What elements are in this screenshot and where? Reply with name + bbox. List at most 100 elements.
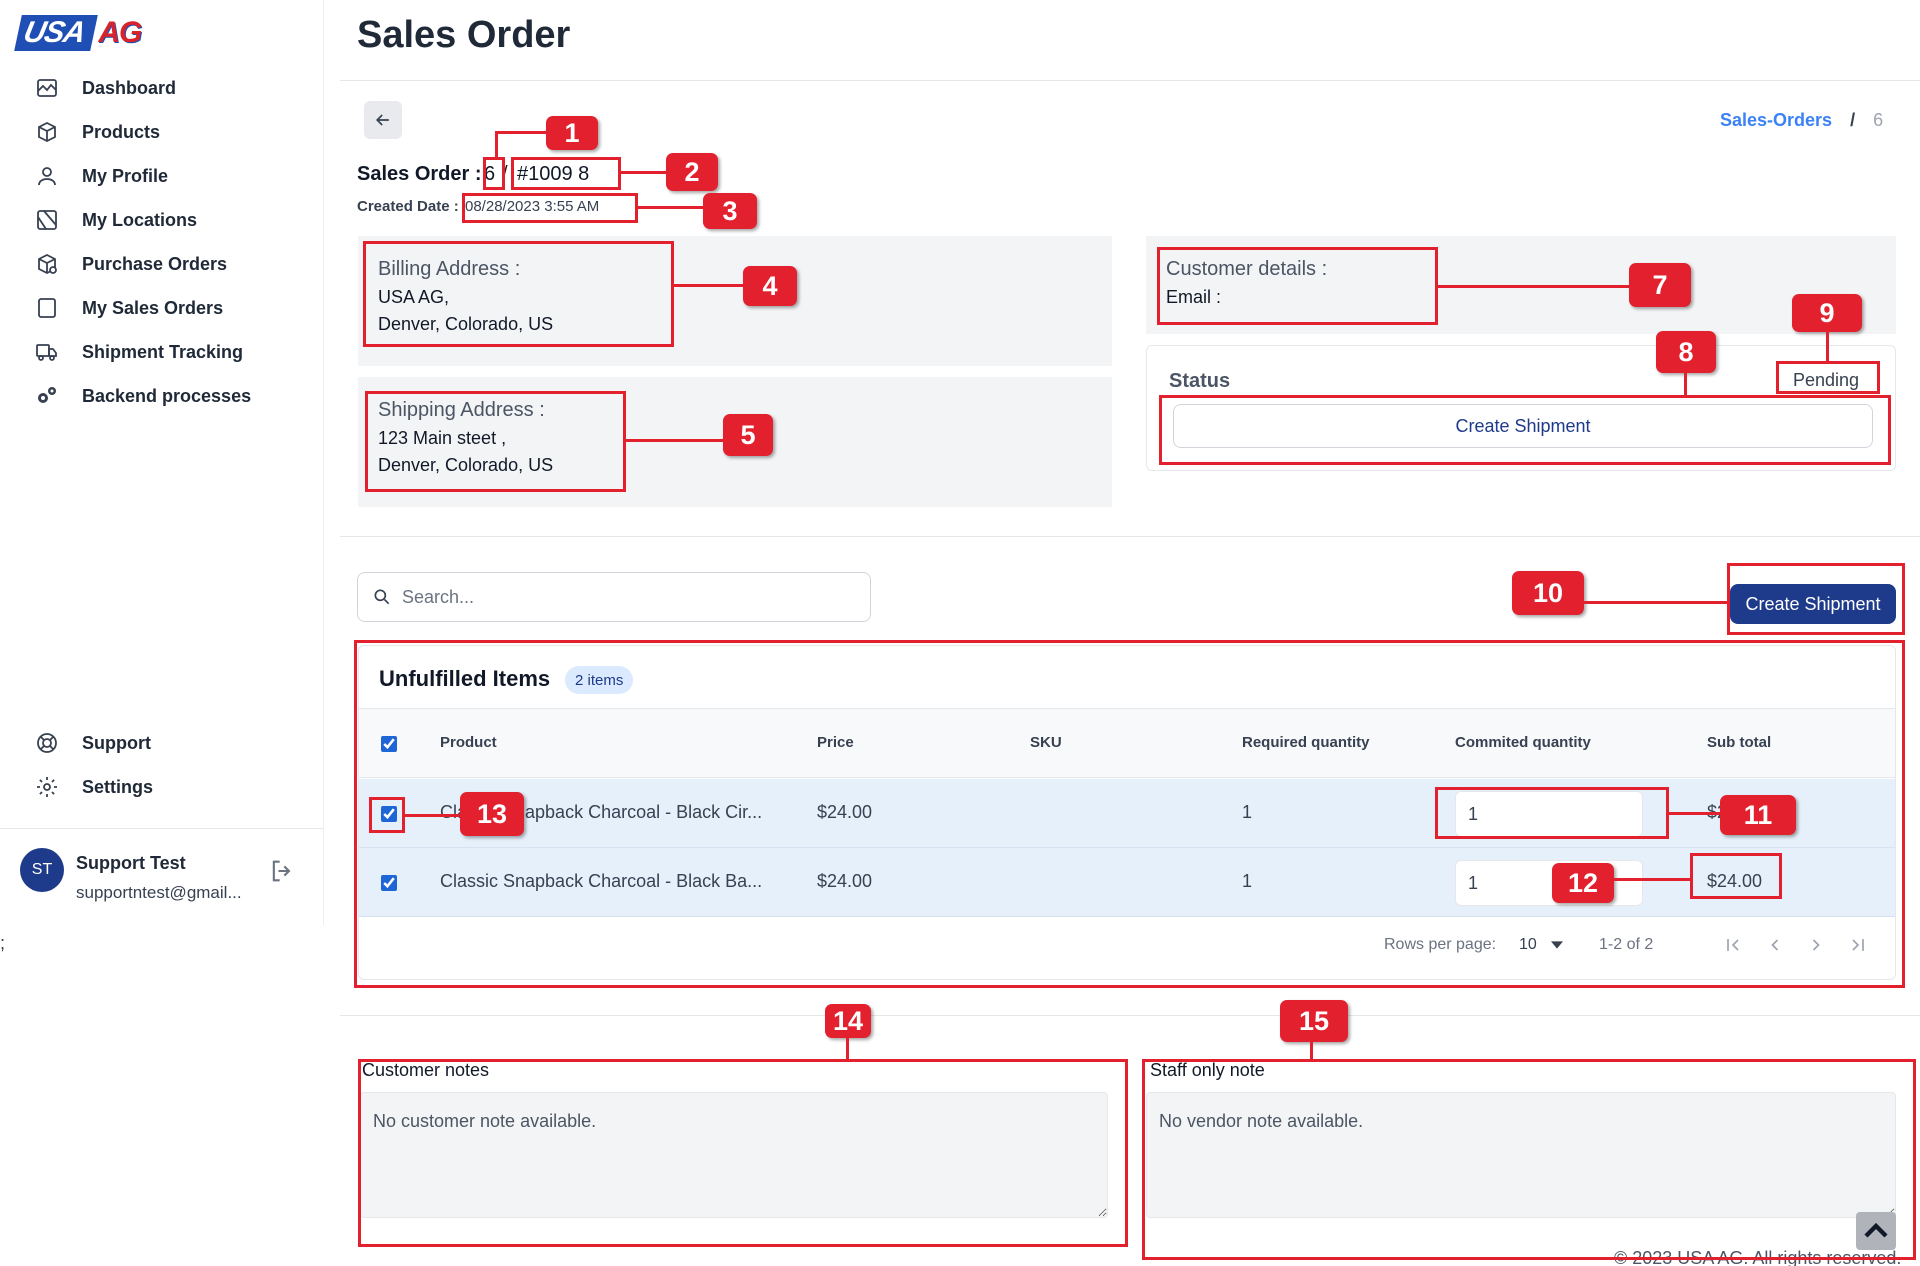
breadcrumb-current: 6 xyxy=(1873,110,1884,130)
rows-per-page-value: 10 xyxy=(1519,936,1537,953)
scroll-to-top-button[interactable] xyxy=(1856,1212,1896,1250)
rows-per-page-select[interactable]: 10 xyxy=(1519,936,1563,954)
sidebar-item-label: Dashboard xyxy=(82,77,177,98)
sidebar-item-my-locations[interactable]: My Locations xyxy=(0,198,324,242)
sidebar-item-label: My Sales Orders xyxy=(82,297,224,318)
logo-usa: USA xyxy=(14,15,99,51)
map-icon xyxy=(34,207,60,233)
status-badge: Pending xyxy=(1793,370,1860,390)
breadcrumb-sales-orders[interactable]: Sales-Orders xyxy=(1720,110,1832,131)
row-price: $24.00 xyxy=(817,802,873,822)
gears-icon xyxy=(34,383,60,409)
column-header-product[interactable]: Product xyxy=(440,734,497,751)
status-create-shipment-button[interactable]: Create Shipment xyxy=(1173,404,1873,448)
sidebar: USA AG Dashboard Products My Profile My … xyxy=(0,0,324,925)
box-icon xyxy=(34,119,60,145)
breadcrumb-separator: / xyxy=(1850,110,1856,130)
chevron-up-icon xyxy=(1864,1222,1888,1238)
column-header-sku[interactable]: SKU xyxy=(1030,734,1062,751)
sidebar-item-products[interactable]: Products xyxy=(0,110,324,154)
sidebar-item-support[interactable]: Support xyxy=(0,721,324,765)
customer-heading: Customer details : xyxy=(1166,258,1328,280)
status-label: Status xyxy=(1169,370,1231,392)
column-header-committed-quantity[interactable]: Commited quantity xyxy=(1455,734,1591,751)
previous-page-icon[interactable] xyxy=(1760,930,1790,960)
arrow-left-icon xyxy=(375,114,389,126)
sidebar-item-label: Backend processes xyxy=(82,385,252,406)
sidebar-item-label: Settings xyxy=(82,776,154,797)
select-all-checkbox[interactable] xyxy=(381,736,397,752)
status-card: Status Pending Create Shipment xyxy=(1146,345,1896,471)
package-icon xyxy=(34,251,60,277)
row-product[interactable]: Classic Snapback Charcoal - Black Cir... xyxy=(440,802,762,823)
back-button[interactable] xyxy=(364,101,402,139)
committed-quantity-input[interactable] xyxy=(1455,860,1643,906)
sidebar-item-my-sales-orders[interactable]: My Sales Orders xyxy=(0,286,324,330)
sidebar-item-dashboard[interactable]: Dashboard xyxy=(0,66,324,110)
last-page-icon[interactable] xyxy=(1843,930,1873,960)
sidebar-item-label: Purchase Orders xyxy=(82,253,228,274)
gear-icon xyxy=(34,774,60,800)
breadcrumb: Sales-Orders / 6 xyxy=(1720,110,1883,131)
logout-icon[interactable] xyxy=(268,857,296,885)
sidebar-item-my-profile[interactable]: My Profile xyxy=(0,154,324,198)
divider xyxy=(340,536,1920,537)
sidebar-item-backend-processes[interactable]: Backend processes xyxy=(0,374,324,418)
sidebar-item-label: Shipment Tracking xyxy=(82,341,244,362)
search-icon xyxy=(374,589,390,605)
lifebuoy-icon xyxy=(34,730,60,756)
pagination-range: 1-2 of 2 xyxy=(1599,936,1654,953)
sidebar-bottom-nav: Support Settings xyxy=(0,721,324,809)
billing-address-card: Billing Address : USA AG, Denver, Colora… xyxy=(358,236,1112,366)
next-page-icon[interactable] xyxy=(1801,930,1831,960)
created-date-label: Created Date : xyxy=(357,198,459,215)
committed-quantity-input[interactable] xyxy=(1455,791,1643,837)
row-required-quantity: 1 xyxy=(1242,802,1253,822)
row-product[interactable]: Classic Snapback Charcoal - Black Ba... xyxy=(440,871,762,892)
column-header-price[interactable]: Price xyxy=(817,734,854,751)
sales-order-label: Sales Order : xyxy=(357,163,482,185)
shipping-line-1: 123 Main steet , xyxy=(378,428,507,448)
user-profile-box: ST Support Test supportntest@gmail... xyxy=(0,828,324,925)
annotation-line xyxy=(1584,601,1728,604)
table-row: Classic Snapback Charcoal - Black Cir...… xyxy=(359,779,1895,848)
sidebar-nav: Dashboard Products My Profile My Locatio… xyxy=(0,66,324,418)
sales-order-number: #1009 8 xyxy=(517,163,590,185)
sidebar-item-purchase-orders[interactable]: Purchase Orders xyxy=(0,242,324,286)
staff-note-label: Staff only note xyxy=(1150,1060,1265,1080)
annotation-line xyxy=(637,206,703,209)
brand-logo[interactable]: USA AG xyxy=(14,14,142,52)
search-box xyxy=(357,572,871,622)
sidebar-item-label: My Profile xyxy=(82,165,169,186)
divider xyxy=(340,80,1920,81)
first-page-icon[interactable] xyxy=(1718,930,1748,960)
row-checkbox[interactable] xyxy=(381,806,397,822)
sidebar-item-label: Products xyxy=(82,121,161,142)
sidebar-item-shipment-tracking[interactable]: Shipment Tracking xyxy=(0,330,324,374)
sidebar-item-settings[interactable]: Settings xyxy=(0,765,324,809)
unfulfilled-items-card: Unfulfilled Items 2 items Product Price … xyxy=(358,645,1896,980)
user-email: supportntest@gmail... xyxy=(76,883,242,902)
row-checkbox[interactable] xyxy=(381,875,397,891)
column-header-sub-total[interactable]: Sub total xyxy=(1707,734,1771,751)
user-icon xyxy=(34,163,60,189)
billing-heading: Billing Address : xyxy=(378,258,521,280)
annotation-line xyxy=(620,171,666,174)
staff-note-textarea[interactable]: No vendor note available. xyxy=(1146,1092,1896,1218)
billing-line-2: Denver, Colorado, US xyxy=(378,314,554,334)
column-header-required-quantity[interactable]: Required quantity xyxy=(1242,734,1370,751)
annotation-badge: 15 xyxy=(1280,1000,1348,1042)
search-input[interactable] xyxy=(402,586,842,608)
annotation-line xyxy=(846,1037,849,1060)
annotation-line xyxy=(495,131,547,134)
stray-text: ; xyxy=(0,933,6,953)
create-shipment-button[interactable]: Create Shipment xyxy=(1730,584,1896,624)
row-price: $24.00 xyxy=(817,871,873,891)
avatar[interactable]: ST xyxy=(20,848,64,892)
table-header-row: Product Price SKU Required quantity Comm… xyxy=(359,708,1895,778)
chart-icon xyxy=(34,75,60,101)
customer-notes-textarea[interactable]: No customer note available. xyxy=(360,1092,1108,1218)
user-name: Support Test xyxy=(76,853,186,873)
sidebar-item-label: My Locations xyxy=(82,209,198,230)
shipping-heading: Shipping Address : xyxy=(378,399,545,421)
